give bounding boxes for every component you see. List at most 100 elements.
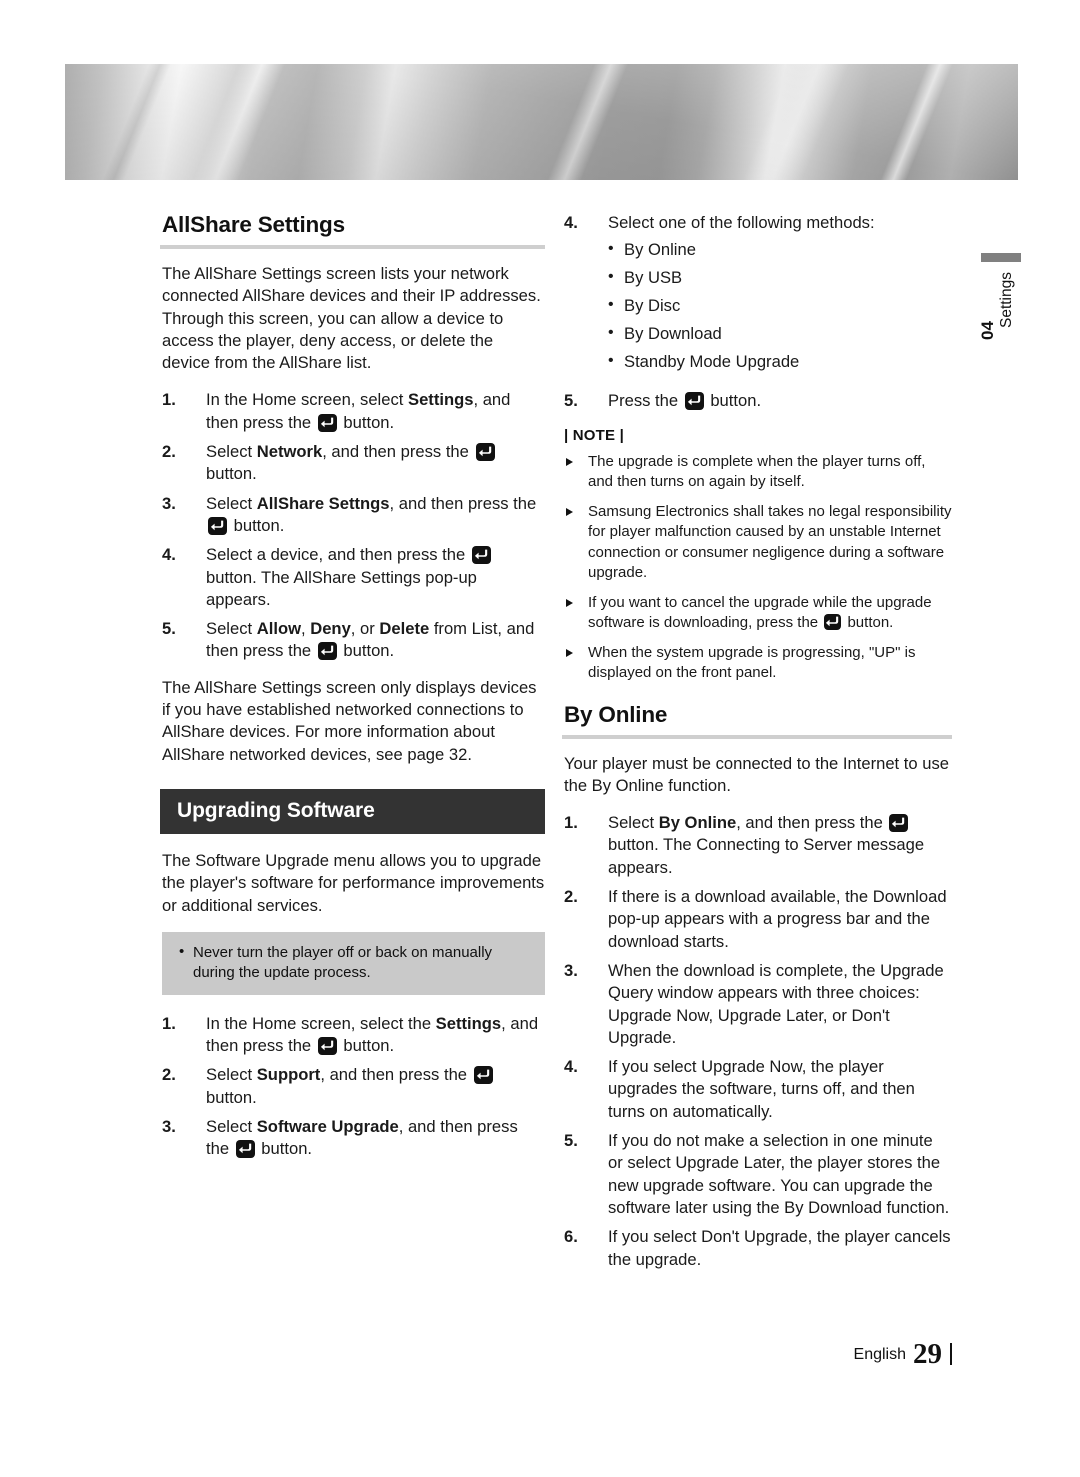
list-item: 1. Select By Online, and then press the b…: [562, 812, 952, 879]
step-number: 2.: [162, 1065, 176, 1085]
step-body: If you select Don't Upgrade, the player …: [608, 1227, 951, 1268]
by-online-heading: By Online: [564, 701, 668, 727]
chapter-tab-text: 04 Settings: [978, 272, 1016, 340]
enter-button-icon: [475, 443, 495, 462]
page-header-banner: [65, 64, 1018, 180]
step-text-fragment: , and then press the: [389, 493, 537, 513]
enter-button-icon: [317, 413, 337, 432]
emphasized-term: Network: [256, 442, 323, 462]
page-title: AllShare Settings: [162, 212, 345, 237]
step-text-fragment: button.: [338, 412, 395, 432]
upgrade-method-item: Standby Mode Upgrade: [608, 347, 952, 376]
step-body: If you do not make a selection in one mi…: [608, 1131, 949, 1217]
list-item: 2. Select Network, and then press the but…: [160, 441, 545, 486]
upgrade-method-item: By Online: [608, 235, 952, 264]
step-body: Select AllShare Settngs, and then press …: [206, 494, 536, 535]
step-text-fragment: Select: [608, 813, 659, 833]
list-item: 5. If you do not make a selection in one …: [562, 1130, 952, 1219]
note-item: Samsung Electronics shall takes no legal…: [562, 502, 952, 584]
step-text-fragment: button.: [206, 1087, 257, 1107]
emphasized-term: Delete: [379, 619, 430, 639]
step-text-fragment: button. The AllShare Settings pop-up app…: [206, 567, 477, 609]
step-text-fragment: Select: [206, 619, 257, 639]
upgrade-method-item: By Download: [608, 319, 952, 348]
step-text-fragment: Select: [206, 1065, 257, 1085]
list-item: 3. Select Software Upgrade, and then pres…: [160, 1116, 545, 1161]
left-column: AllShare Settings The AllShare Settings …: [160, 212, 545, 1175]
step-body: Press the button.: [608, 391, 761, 411]
upgrade-method-bullets: By OnlineBy USBBy DiscBy DownloadStandby…: [608, 235, 952, 376]
emphasized-term: Deny: [310, 619, 351, 639]
upgrade-methods-step: 4. Select one of the following methods: …: [562, 212, 952, 376]
press-button-step: 5. Press the button.: [562, 390, 952, 412]
step-text-fragment: Select a device, and then press the: [206, 545, 470, 565]
list-item: 3. Select AllShare Settngs, and then pres…: [160, 493, 545, 538]
step-text-fragment: button.: [843, 614, 894, 632]
list-item: 1. In the Home screen, select the Setting…: [160, 1013, 545, 1058]
list-item: 2. If there is a download available, the …: [562, 886, 952, 953]
step-text-fragment: If you select Don't Upgrade, the player …: [608, 1227, 951, 1269]
step-text-fragment: ,: [300, 619, 311, 639]
step-text-fragment: In the Home screen, select: [206, 390, 408, 410]
step-number: 2.: [564, 887, 578, 907]
step-text-fragment: Press the: [608, 391, 683, 411]
upgrade-method-item: By Disc: [608, 291, 952, 320]
banner-streak: [174, 64, 302, 180]
upgrade-intro-paragraph: The Software Upgrade menu allows you to …: [162, 850, 545, 915]
step-text-fragment: In the Home screen, select the: [206, 1013, 436, 1033]
step-body: If you select Upgrade Now, the player up…: [608, 1057, 915, 1121]
step-number: 6.: [564, 1227, 578, 1247]
note-item: The upgrade is complete when the player …: [562, 452, 952, 493]
note-item: When the system upgrade is progressing, …: [562, 643, 952, 684]
step-body: Select a device, and then press the butt…: [206, 545, 493, 609]
heading-rule: [562, 734, 952, 739]
list-item: 5. Press the button.: [562, 390, 952, 412]
step-body: Select Software Upgrade, and then press …: [206, 1117, 518, 1159]
banner-streak: [724, 64, 866, 180]
enter-button-icon: [317, 642, 337, 661]
step-body: When the download is complete, the Upgra…: [608, 961, 944, 1047]
step-body: Select By Online, and then press the but…: [608, 813, 924, 877]
step-text-fragment: When the system upgrade is progressing, …: [588, 643, 916, 682]
allshare-steps-list: 1. In the Home screen, select Settings, a…: [160, 389, 545, 662]
banner-streak: [529, 64, 645, 180]
enter-button-icon: [317, 1037, 337, 1056]
chapter-tab-bar: [981, 253, 1021, 262]
emphasized-term: By Online: [658, 813, 737, 833]
emphasized-term: Support: [256, 1065, 321, 1085]
step-text-fragment: , and then press the: [320, 1065, 472, 1085]
step-body: If there is a download available, the Do…: [608, 887, 947, 951]
list-item: 5. Select Allow, Deny, or Delete from Lis…: [160, 618, 545, 663]
step-number: 3.: [162, 1117, 176, 1137]
upgrade-method-item: By USB: [608, 263, 952, 292]
step-number: 5.: [564, 391, 578, 411]
caution-item: Never turn the player off or back on man…: [176, 942, 531, 983]
step-number: 2.: [162, 442, 176, 462]
step-body: In the Home screen, select the Settings,…: [206, 1013, 538, 1056]
step-text-fragment: The upgrade is complete when the player …: [588, 452, 926, 491]
allshare-outro-paragraph: The AllShare Settings screen only displa…: [162, 677, 537, 764]
step-text-fragment: If there is a download available, the Do…: [608, 887, 947, 951]
banner-streak: [84, 64, 188, 180]
step-body: Select Support, and then press the butto…: [206, 1065, 495, 1107]
enter-button-icon: [824, 614, 842, 631]
step-text-fragment: button.: [256, 1139, 313, 1159]
note-title: | NOTE |: [564, 426, 624, 444]
step-text-fragment: Samsung Electronics shall takes no legal…: [588, 502, 952, 582]
emphasized-term: Settings: [408, 390, 474, 410]
enter-button-icon: [473, 1066, 493, 1085]
step-number: 4.: [162, 545, 176, 565]
step-number: 1.: [564, 813, 578, 833]
step-text-fragment: Select: [206, 442, 257, 462]
step-text-fragment: button. The Connecting to Server message…: [608, 835, 925, 877]
caution-box: Never turn the player off or back on man…: [162, 931, 545, 995]
step-body: Select Allow, Deny, or Delete from List,…: [206, 619, 534, 661]
step-body: Select Network, and then press the butto…: [206, 442, 497, 483]
step-text-fragment: If you select Upgrade Now, the player up…: [608, 1057, 915, 1121]
list-item: 4. Select one of the following methods: …: [562, 212, 952, 376]
chapter-number: 04: [978, 321, 997, 341]
enter-button-icon: [889, 814, 909, 833]
step-number: 4.: [564, 1057, 578, 1077]
step-text-fragment: button.: [206, 464, 257, 484]
step-text-fragment: button.: [338, 641, 395, 661]
